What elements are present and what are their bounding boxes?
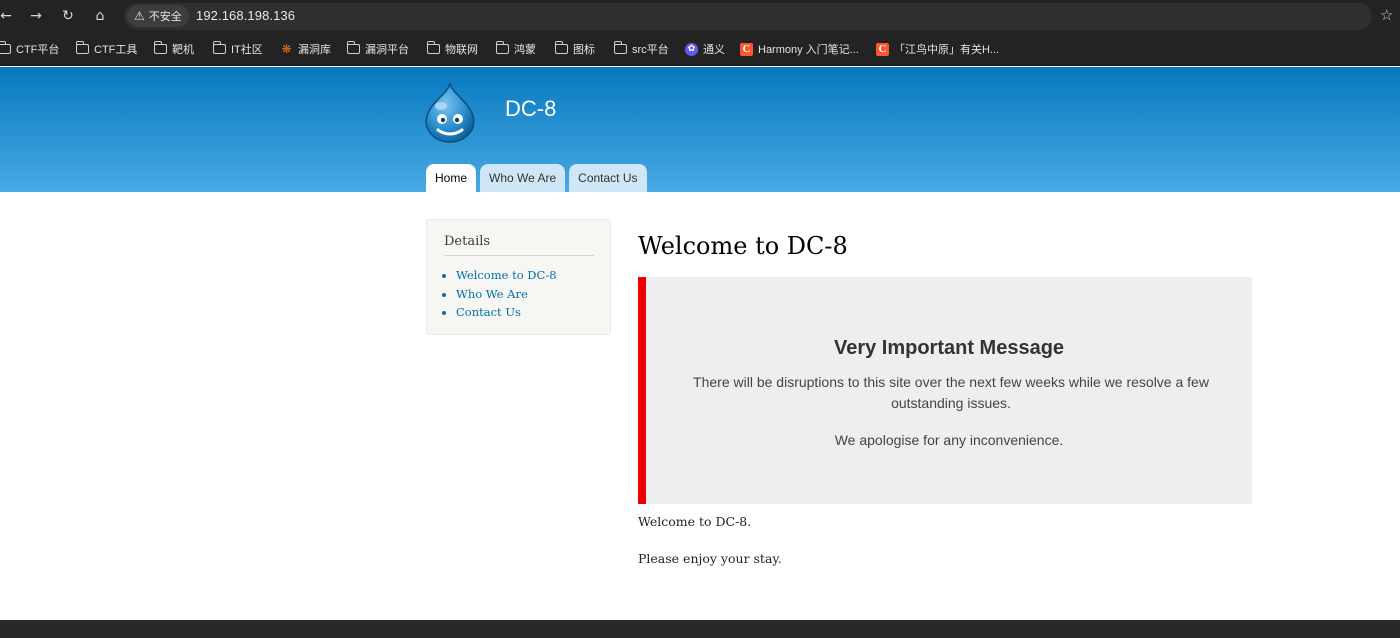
bookmark-jiangniao[interactable]: C 「江鸟中原」有关H... xyxy=(876,41,999,57)
bookmark-vuln-platform[interactable]: 漏洞平台 xyxy=(346,41,409,57)
welcome-paragraph: Welcome to DC-8. xyxy=(638,514,752,529)
sidebar-links: Welcome to DC-8 Who We Are Contact Us xyxy=(456,266,557,322)
tongyi-icon: ✿ xyxy=(685,42,698,56)
site-name[interactable]: DC-8 xyxy=(505,96,556,122)
message-body: There will be disruptions to this site o… xyxy=(693,374,1209,411)
bookmark-src-platform[interactable]: src平台 xyxy=(613,41,669,57)
important-message-box: Very Important Message There will be dis… xyxy=(638,277,1252,504)
site-header xyxy=(0,67,1400,192)
bookmark-label: 图标 xyxy=(573,44,595,56)
bookmark-label: src平台 xyxy=(632,44,669,56)
sidebar-link-who-we-are[interactable]: Who We Are xyxy=(456,285,557,304)
security-indicator[interactable]: ⚠ 不安全 xyxy=(127,5,189,27)
tab-who-we-are[interactable]: Who We Are xyxy=(480,164,566,192)
sidebar-details-block: Details Welcome to DC-8 Who We Are Conta… xyxy=(426,219,611,335)
enjoy-paragraph: Please enjoy your stay. xyxy=(638,551,782,566)
bookmark-tongyi[interactable]: ✿ 通义 xyxy=(685,41,725,57)
site-footer xyxy=(0,620,1400,638)
drupal-logo-icon[interactable] xyxy=(423,82,477,144)
home-icon[interactable]: ⌂ xyxy=(88,5,112,27)
message-heading: Very Important Message xyxy=(833,337,1065,359)
bookmark-label: 靶机 xyxy=(172,44,194,56)
browser-toolbar: ← → ↻ ⌂ ⚠ 不安全 192.168.198.136 ☆ xyxy=(0,0,1400,33)
page-title: Welcome to DC-8 xyxy=(638,232,848,260)
bookmark-label: 通义 xyxy=(703,44,725,56)
bookmark-label: CTF平台 xyxy=(16,44,60,56)
bookmark-label: 「江鸟中原」有关H... xyxy=(894,44,1000,56)
bookmark-label: 鸿蒙 xyxy=(514,44,536,56)
bookmark-harmony-notes[interactable]: C Harmony 入门笔记... xyxy=(740,41,859,57)
folder-icon xyxy=(426,41,440,54)
folder-icon xyxy=(75,41,89,54)
bookmark-label: IT社区 xyxy=(231,44,263,56)
folder-icon xyxy=(212,41,226,54)
csdn-icon: C xyxy=(876,42,889,56)
bookmark-label: 物联网 xyxy=(445,44,478,56)
bookmark-iot[interactable]: 物联网 xyxy=(426,41,478,57)
bookmark-icons[interactable]: 图标 xyxy=(554,41,595,57)
warning-icon: ⚠ xyxy=(134,9,145,23)
url-text[interactable]: 192.168.198.136 xyxy=(196,8,295,23)
folder-icon xyxy=(613,41,627,54)
bookmark-it-community[interactable]: IT社区 xyxy=(212,41,263,57)
bookmark-ctf-platform[interactable]: CTF平台 xyxy=(0,41,59,57)
sidebar-link-contact-us[interactable]: Contact Us xyxy=(456,303,557,322)
bookmark-label: 漏洞平台 xyxy=(365,44,409,56)
reload-icon[interactable]: ↻ xyxy=(56,5,80,27)
forward-icon[interactable]: → xyxy=(24,5,48,27)
bookmark-target-machines[interactable]: 靶机 xyxy=(153,41,194,57)
bug-icon: ❋ xyxy=(281,42,292,56)
folder-icon xyxy=(554,41,568,54)
sidebar-link-welcome[interactable]: Welcome to DC-8 xyxy=(456,266,557,285)
main-menu: Home Who We Are Contact Us xyxy=(426,164,647,192)
folder-icon xyxy=(153,41,167,54)
csdn-icon: C xyxy=(740,42,753,56)
back-icon[interactable]: ← xyxy=(0,5,18,27)
tab-home[interactable]: Home xyxy=(426,164,477,192)
bookmark-star-icon[interactable]: ☆ xyxy=(1380,6,1393,24)
tab-contact-us[interactable]: Contact Us xyxy=(569,164,647,192)
bookmarks-bar: CTF平台 CTF工具 靶机 IT社区 ❋ 漏洞库 漏洞平台 物联网 鸿蒙 图标 … xyxy=(0,33,1400,66)
bookmark-ctf-tools[interactable]: CTF工具 xyxy=(75,41,138,57)
message-apology: We apologise for any inconvenience. xyxy=(834,432,1064,448)
folder-icon xyxy=(495,41,509,54)
folder-icon xyxy=(0,41,11,54)
bookmark-label: CTF工具 xyxy=(94,44,138,56)
bookmark-harmonyos[interactable]: 鸿蒙 xyxy=(495,41,536,57)
sidebar-title: Details xyxy=(444,234,594,256)
bookmark-vuln-library[interactable]: ❋ 漏洞库 xyxy=(280,41,331,57)
bookmark-label: Harmony 入门笔记... xyxy=(758,44,859,56)
address-bar[interactable] xyxy=(124,3,1372,30)
bookmark-label: 漏洞库 xyxy=(298,44,331,56)
folder-icon xyxy=(346,41,360,54)
security-label: 不安全 xyxy=(148,11,182,23)
